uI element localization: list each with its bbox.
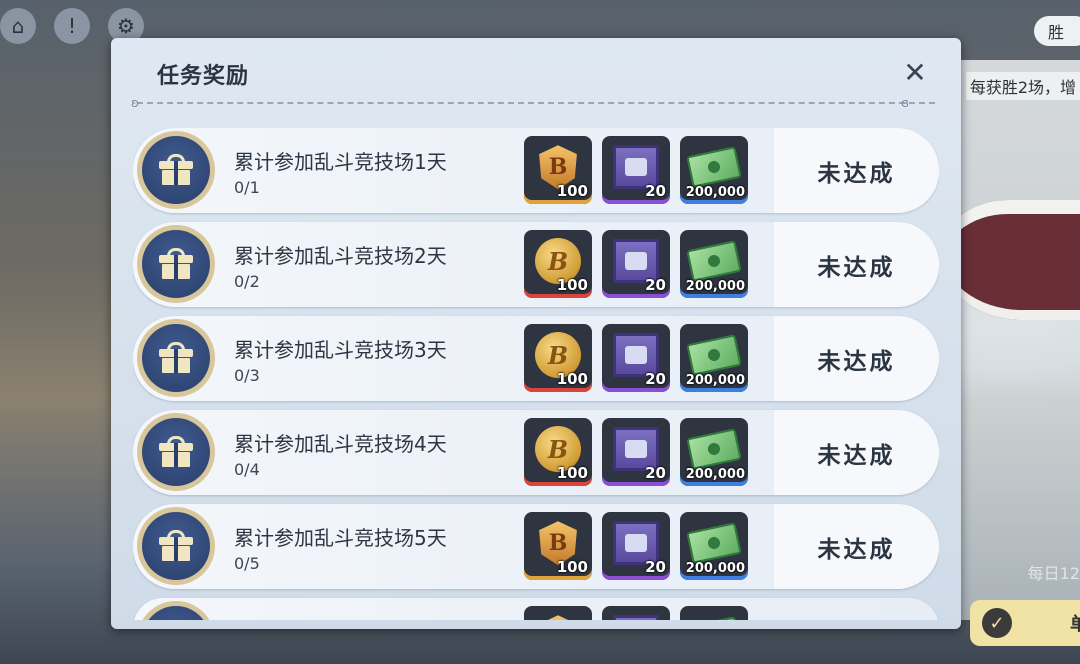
reward-item[interactable]: 200,000: [680, 512, 748, 580]
reward-item[interactable]: 200,000: [680, 230, 748, 298]
reward-item[interactable]: 20: [602, 512, 670, 580]
task-progress: 0/1: [234, 178, 260, 197]
gift-icon: [137, 413, 215, 491]
reward-item[interactable]: B 100: [524, 512, 592, 580]
task-row-partial: 累计参加2场 B: [133, 598, 939, 620]
reward-quantity: 20: [645, 464, 666, 482]
daily-info-text: 每日12: [1027, 564, 1080, 583]
cash-icon: [686, 146, 742, 189]
task-progress: 0/5: [234, 554, 260, 573]
panel-title: 任务奖励: [157, 64, 250, 89]
reward-list: B: [524, 606, 748, 620]
reward-quantity: 100: [556, 370, 588, 388]
reward-quantity: 100: [556, 276, 588, 294]
task-row: 累计参加乱斗竞技场2天 0/2 B 100 20 200,000 未达成: [133, 222, 939, 307]
divider-ornament-right-icon: ɞ: [901, 96, 909, 110]
status-button[interactable]: 未达成: [774, 222, 939, 307]
status-button[interactable]: 未达成: [774, 504, 939, 589]
reward-quantity: 200,000: [685, 279, 745, 294]
reward-item[interactable]: [602, 606, 670, 620]
character-art: [940, 60, 1080, 620]
reward-item[interactable]: B 100: [524, 418, 592, 486]
confirm-button-label: 单: [1070, 614, 1080, 635]
gift-icon: [137, 319, 215, 397]
status-button[interactable]: 未达成: [774, 410, 939, 495]
reward-quantity: 100: [556, 464, 588, 482]
reward-item[interactable]: [680, 606, 748, 620]
gift-icon: [137, 225, 215, 303]
reward-quantity: 200,000: [685, 373, 745, 388]
status-button[interactable]: 未达成: [774, 316, 939, 401]
task-row: 累计参加乱斗竞技场3天 0/3 B 100 20 200,000 未达成: [133, 316, 939, 401]
reward-item[interactable]: 20: [602, 418, 670, 486]
reward-quantity: 200,000: [685, 185, 745, 200]
title-divider: [137, 102, 935, 104]
task-name: 累计参加乱斗竞技场1天: [234, 150, 447, 174]
task-name: 累计参加乱斗竞技场4天: [234, 432, 447, 456]
reward-list: B 100 20 200,000: [524, 230, 748, 298]
reward-item[interactable]: B 100: [524, 230, 592, 298]
cash-icon: [686, 334, 742, 377]
reward-list: B 100 20 200,000: [524, 418, 748, 486]
reward-item[interactable]: 200,000: [680, 324, 748, 392]
home-icon[interactable]: ⌂: [0, 8, 36, 44]
reward-item[interactable]: 20: [602, 324, 670, 392]
reward-quantity: 20: [645, 276, 666, 294]
task-name: 累计参加2场: [234, 616, 347, 620]
task-row: 累计参加乱斗竞技场4天 0/4 B 100 20 200,000 未达成: [133, 410, 939, 495]
reward-quantity: 100: [556, 558, 588, 576]
gift-icon: [137, 131, 215, 209]
top-right-tab[interactable]: 胜: [1034, 16, 1080, 46]
reward-quantity: 200,000: [685, 467, 745, 482]
task-reward-panel: 任务奖励 ✕ ʚ ɞ 累计参加乱斗竞技场1天 0/1 B 100 20 200,…: [111, 38, 961, 629]
cash-icon: [686, 428, 742, 471]
reward-list: B 100 20 200,000: [524, 136, 748, 204]
reward-quantity: 100: [556, 182, 588, 200]
task-name: 累计参加乱斗竞技场3天: [234, 338, 447, 362]
task-row: 累计参加乱斗竞技场5天 0/5 B 100 20 200,000 未达成: [133, 504, 939, 589]
status-button[interactable]: 未达成: [774, 128, 939, 213]
reward-item[interactable]: 20: [602, 136, 670, 204]
reward-item[interactable]: B: [524, 606, 592, 620]
side-info-text: 每获胜2场，增: [965, 72, 1080, 100]
cash-icon: [686, 240, 742, 283]
gift-icon: [137, 507, 215, 585]
chest-icon: [613, 615, 659, 620]
reward-quantity: 20: [645, 370, 666, 388]
reward-list: B 100 20 200,000: [524, 512, 748, 580]
check-icon: ✓: [982, 608, 1012, 638]
top-right-tab-label: 胜: [1048, 23, 1065, 42]
reward-item[interactable]: B 100: [524, 136, 592, 204]
task-progress: 0/2: [234, 272, 260, 291]
task-progress: 0/3: [234, 366, 260, 385]
reward-quantity: 200,000: [685, 561, 745, 576]
gift-icon: [137, 601, 215, 620]
task-row: 累计参加乱斗竞技场1天 0/1 B 100 20 200,000 未达成: [133, 128, 939, 213]
task-list[interactable]: 累计参加乱斗竞技场1天 0/1 B 100 20 200,000 未达成 累计参…: [133, 128, 939, 620]
badge-icon: B: [537, 615, 579, 620]
task-name: 累计参加乱斗竞技场5天: [234, 526, 447, 550]
reward-item[interactable]: 200,000: [680, 136, 748, 204]
reward-item[interactable]: 20: [602, 230, 670, 298]
reward-quantity: 20: [645, 182, 666, 200]
divider-ornament-left-icon: ʚ: [131, 96, 139, 110]
reward-quantity: 20: [645, 558, 666, 576]
close-icon[interactable]: ✕: [901, 56, 929, 89]
reward-item[interactable]: 200,000: [680, 418, 748, 486]
task-progress: 0/4: [234, 460, 260, 479]
reward-item[interactable]: B 100: [524, 324, 592, 392]
task-name: 累计参加乱斗竞技场2天: [234, 244, 447, 268]
reward-list: B 100 20 200,000: [524, 324, 748, 392]
cash-icon: [686, 522, 742, 565]
confirm-button[interactable]: ✓ 单: [970, 600, 1080, 646]
alert-icon[interactable]: !: [54, 8, 90, 44]
